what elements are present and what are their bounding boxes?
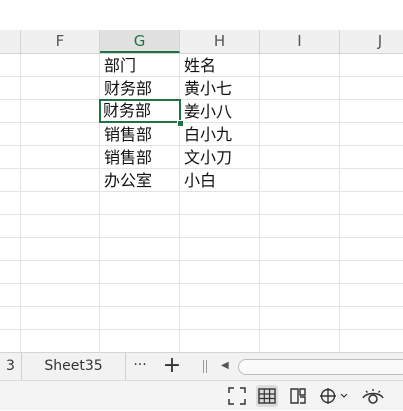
cell-h3[interactable]: 姜小八 <box>180 100 260 123</box>
cell-g1[interactable]: 部门 <box>100 54 180 77</box>
row-line <box>0 283 403 284</box>
column-header-g[interactable]: G <box>100 30 180 53</box>
cell-g3-selected[interactable]: 财务部 <box>99 99 181 123</box>
horizontal-scrollbar[interactable] <box>238 359 403 375</box>
fill-handle[interactable] <box>177 120 184 127</box>
add-sheet-button[interactable]: + <box>160 353 184 380</box>
cell-h5[interactable]: 文小刀 <box>180 146 260 169</box>
row-line <box>0 237 403 238</box>
page-break-view-icon[interactable] <box>287 385 309 407</box>
row-line <box>0 260 403 261</box>
normal-view-icon[interactable] <box>256 385 278 407</box>
scroll-left-arrow-icon[interactable]: ◀ <box>221 359 229 373</box>
spreadsheet-area: F G H I J 部门 财务部 财务部 销售部 销售部 办公室 姓名 黄小七 … <box>0 0 403 352</box>
status-bar <box>0 380 403 410</box>
column-header-h[interactable]: H <box>180 30 260 53</box>
sheet-tab-bar: 3 Sheet35 ··· + ◀ <box>0 352 403 380</box>
cell-h2[interactable]: 黄小七 <box>180 77 260 100</box>
row-line <box>0 214 403 215</box>
cell-g5[interactable]: 销售部 <box>100 146 180 169</box>
cell-g6[interactable]: 办公室 <box>100 169 180 192</box>
cell-h1[interactable]: 姓名 <box>180 54 260 77</box>
tab-splitter-handle[interactable] <box>203 360 207 373</box>
column-line <box>20 54 21 352</box>
more-sheets-button[interactable]: ··· <box>128 353 152 380</box>
column-header-f[interactable]: F <box>21 30 100 53</box>
cell-g2[interactable]: 财务部 <box>100 77 180 100</box>
cell-grid[interactable]: 部门 财务部 财务部 销售部 销售部 办公室 姓名 黄小七 姜小八 白小九 文小… <box>0 54 403 352</box>
sheet-tab-sheet35[interactable]: Sheet35 <box>22 353 126 380</box>
cell-h6[interactable]: 小白 <box>180 169 260 192</box>
fullscreen-icon[interactable] <box>226 385 248 407</box>
cell-g4[interactable]: 销售部 <box>100 123 180 146</box>
sheet-tab-partial[interactable]: 3 <box>0 353 22 380</box>
freeze-pane-icon[interactable] <box>318 385 350 407</box>
eye-protection-icon[interactable] <box>360 385 386 407</box>
column-header-row: F G H I J <box>0 30 403 54</box>
row-line <box>0 329 403 330</box>
column-header-i[interactable]: I <box>260 30 340 53</box>
column-line <box>339 54 340 352</box>
column-header-j[interactable]: J <box>340 30 403 53</box>
row-line <box>0 306 403 307</box>
column-header-prev[interactable] <box>0 30 21 53</box>
cell-h4[interactable]: 白小九 <box>180 123 260 146</box>
